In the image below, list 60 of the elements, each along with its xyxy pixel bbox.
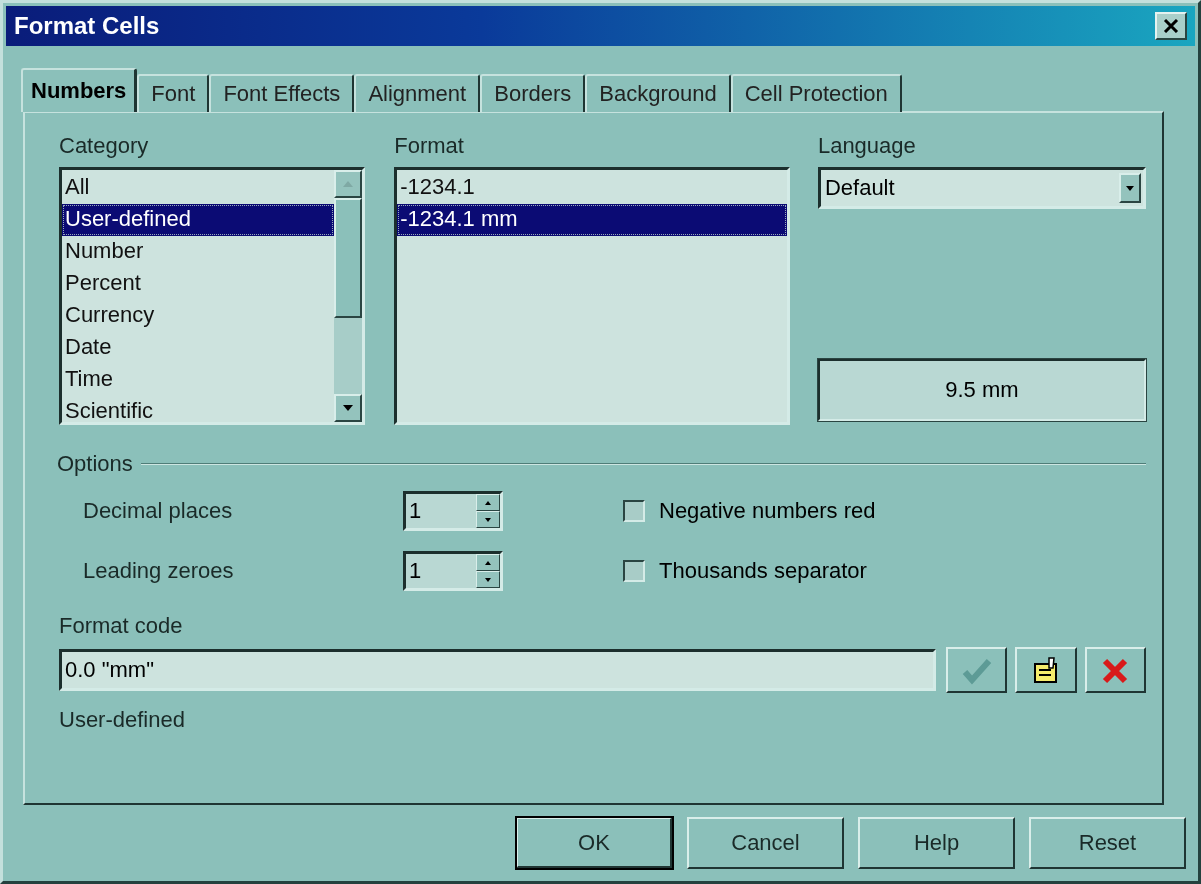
up-arrow-icon bbox=[485, 560, 491, 565]
spin-down-button[interactable] bbox=[476, 511, 500, 528]
format-description: User-defined bbox=[59, 707, 186, 733]
list-item[interactable]: All bbox=[62, 172, 335, 204]
tab[interactable]: Font Effects bbox=[209, 74, 355, 112]
dialog-button[interactable]: Reset bbox=[1029, 817, 1186, 869]
scroll-thumb[interactable] bbox=[334, 198, 363, 318]
list-item[interactable]: User-defined bbox=[62, 204, 335, 236]
tab[interactable]: Alignment bbox=[354, 74, 481, 112]
spin-down-button[interactable] bbox=[476, 571, 500, 588]
spin-up-button[interactable] bbox=[476, 554, 500, 571]
preview-box: 9.5 mm bbox=[817, 359, 1146, 421]
close-button[interactable] bbox=[1155, 12, 1187, 40]
field-label: Format code bbox=[59, 613, 184, 640]
list-item[interactable]: Percent bbox=[62, 268, 335, 300]
scroll-bar[interactable] bbox=[334, 170, 363, 422]
list-item[interactable]: Date bbox=[62, 332, 335, 364]
dialog-button[interactable]: OK bbox=[516, 817, 673, 869]
scroll-up-button[interactable] bbox=[334, 170, 363, 198]
tab[interactable]: Numbers bbox=[21, 68, 138, 112]
list-item[interactable]: Number bbox=[62, 236, 335, 268]
checkbox-label: Negative numbers red bbox=[659, 498, 876, 524]
spin-up-button[interactable] bbox=[476, 494, 500, 511]
spin-box[interactable]: 1 bbox=[403, 551, 503, 591]
dropdown-arrow-icon bbox=[1126, 185, 1134, 191]
checkbox-label: Thousands separator bbox=[659, 558, 867, 584]
spin-box[interactable]: 1 bbox=[403, 491, 503, 531]
down-arrow-icon bbox=[485, 577, 491, 582]
field-label: Leading zeroes bbox=[83, 558, 235, 584]
field-label: Language bbox=[817, 133, 917, 160]
format-code-field[interactable]: 0.0 "mm" bbox=[59, 649, 936, 691]
list-item[interactable]: Time bbox=[62, 364, 335, 396]
list-item[interactable]: Currency bbox=[62, 300, 335, 332]
list-item[interactable]: Scientific bbox=[62, 396, 335, 428]
field-label: Format bbox=[394, 133, 465, 160]
group-label: Options bbox=[57, 451, 133, 477]
scroll-down-button[interactable] bbox=[334, 394, 363, 422]
tab[interactable]: Cell Protection bbox=[730, 74, 902, 112]
window-title: Format Cells bbox=[14, 12, 160, 40]
down-arrow-icon bbox=[485, 517, 491, 522]
checkbox[interactable] bbox=[623, 560, 645, 582]
comment-button[interactable] bbox=[1015, 647, 1077, 693]
tab[interactable]: Font bbox=[137, 74, 210, 112]
checkbox[interactable] bbox=[623, 500, 645, 522]
dialog-button[interactable]: Cancel bbox=[687, 817, 844, 869]
dialog-button[interactable]: Help bbox=[858, 817, 1015, 869]
field-label: Decimal places bbox=[83, 498, 234, 524]
tab[interactable]: Background bbox=[585, 74, 731, 112]
list-item[interactable]: -1234.1 mm bbox=[397, 204, 787, 236]
down-arrow-icon bbox=[343, 405, 354, 411]
delete-button[interactable] bbox=[1084, 647, 1146, 693]
list-item[interactable]: -1234.1 bbox=[397, 172, 787, 204]
language-dropdown[interactable]: Default bbox=[817, 167, 1146, 209]
list-box[interactable]: All User-defined Number Percent Currency Date Time Scientific bbox=[59, 167, 366, 425]
list-box[interactable]: -1234.1 -1234.1 mm bbox=[394, 167, 790, 425]
up-arrow-icon bbox=[343, 181, 354, 187]
field-label: Category bbox=[59, 133, 150, 160]
up-arrow-icon bbox=[485, 500, 491, 505]
close-icon bbox=[1163, 19, 1179, 33]
tab[interactable]: Borders bbox=[480, 74, 586, 112]
